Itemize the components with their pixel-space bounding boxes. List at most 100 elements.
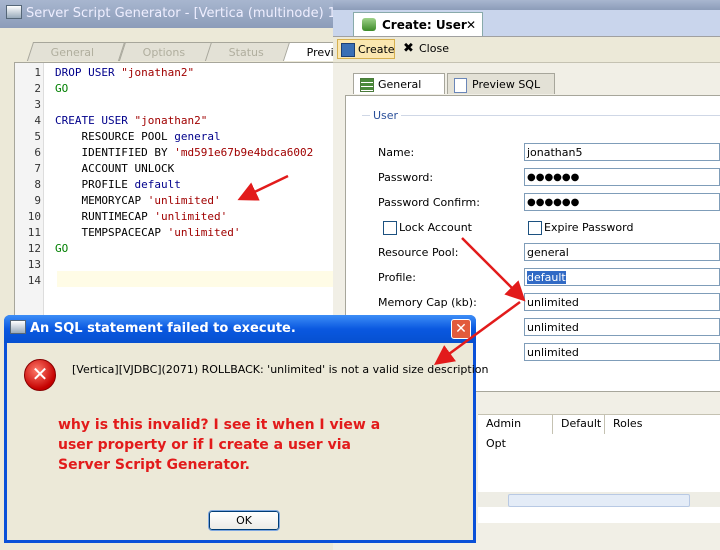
code-token: "jonathan2"	[121, 66, 195, 79]
create-button[interactable]: Create	[337, 39, 395, 59]
expire-password-checkbox[interactable]	[528, 221, 542, 235]
subtab-preview-label: Preview SQL	[472, 78, 541, 91]
create-label: Create	[358, 43, 395, 56]
tab-general[interactable]: General	[26, 42, 126, 61]
code-token: ACCOUNT UNLOCK	[55, 162, 175, 175]
error-dialog: An SQL statement failed to execute. ✕ ✕ …	[4, 315, 488, 543]
document-icon	[454, 78, 467, 93]
code-token: GO	[55, 82, 69, 95]
line-number: 3	[34, 98, 41, 111]
code-line[interactable]: 12 GO	[15, 241, 69, 257]
scrollbar-thumb[interactable]	[508, 494, 690, 507]
code-line[interactable]: 4 CREATE USER "jonathan2"	[15, 113, 207, 129]
profile-input[interactable]: default	[524, 268, 720, 286]
create-user-titlebar[interactable]	[333, 0, 720, 10]
code-line[interactable]: 6 IDENTIFIED BY 'md591e67b9e4bdca6002	[15, 145, 313, 161]
line-number: 13	[27, 258, 41, 271]
name-input[interactable]: jonathan5	[524, 143, 720, 161]
code-line[interactable]: 9 MEMORYCAP 'unlimited'	[15, 193, 221, 209]
script-generator-titlebar[interactable]: Server Script Generator - [Vertica (mult…	[0, 0, 333, 28]
code-line[interactable]: 10 RUNTIMECAP 'unlimited'	[15, 209, 227, 225]
runtime-cap-input[interactable]: unlimited	[524, 318, 720, 336]
code-line[interactable]: 13	[15, 257, 55, 273]
tab-status[interactable]: Status	[204, 42, 294, 61]
code-line[interactable]: 7 ACCOUNT UNLOCK	[15, 161, 174, 177]
error-message: [Vertica][VJDBC](2071) ROLLBACK: 'unlimi…	[72, 363, 489, 376]
tab-create-user-label: Create: User	[382, 18, 467, 32]
column-default[interactable]: Default	[553, 414, 605, 434]
line-number: 7	[34, 162, 41, 175]
group-title-user: User	[370, 109, 402, 122]
error-icon: ✕	[24, 359, 56, 391]
ok-button[interactable]: OK	[208, 510, 280, 531]
dialog-app-icon	[10, 320, 26, 334]
sql-editor[interactable]: 1 DROP USER "jonathan2" 2 GO 3 4 CREATE USER "…	[14, 62, 334, 316]
resource-pool-input[interactable]: general	[524, 243, 720, 261]
lock-account-checkbox[interactable]	[383, 221, 397, 235]
close-button[interactable]: ✖ Close	[399, 39, 449, 59]
code-token: IDENTIFIED BY	[55, 146, 175, 159]
dialog-titlebar[interactable]: An SQL statement failed to execute. ✕	[4, 315, 476, 343]
password-input[interactable]: ●●●●●●	[524, 168, 720, 186]
memory-cap-label: Memory Cap (kb):	[378, 296, 477, 309]
line-number: 10	[27, 210, 41, 223]
code-token: RESOURCE POOL	[55, 130, 175, 143]
code-token: 'unlimited'	[154, 210, 228, 223]
password-label: Password:	[378, 171, 434, 184]
code-line[interactable]: 2 GO	[15, 81, 68, 97]
close-label: Close	[419, 42, 449, 55]
code-token: TEMPSPACECAP	[55, 226, 168, 239]
editor-tab-strip: Create: User ✕	[333, 10, 720, 37]
code-token: "jonathan2"	[134, 114, 208, 127]
line-number: 8	[34, 178, 41, 191]
code-token: CREATE USER	[55, 114, 135, 127]
line-number: 11	[27, 226, 41, 239]
line-number: 14	[27, 274, 41, 287]
close-icon: ✖	[403, 41, 414, 56]
code-line[interactable]: 1 DROP USER "jonathan2"	[15, 65, 194, 81]
profile-label: Profile:	[378, 271, 416, 284]
code-token: general	[174, 130, 221, 143]
app-icon	[6, 5, 22, 19]
dialog-title: An SQL statement failed to execute.	[30, 321, 296, 336]
line-number: 2	[34, 82, 41, 95]
code-token: GO	[55, 242, 69, 255]
code-line[interactable]: 8 PROFILE default	[15, 177, 180, 193]
code-line[interactable]: 14	[15, 273, 55, 289]
password-confirm-input[interactable]: ●●●●●●	[524, 193, 720, 211]
tab-options[interactable]: Options	[118, 42, 214, 61]
subtab-preview-sql[interactable]: Preview SQL	[447, 73, 555, 94]
dialog-close-button[interactable]: ✕	[451, 319, 471, 339]
code-line[interactable]: 11 TEMPSPACECAP 'unlimited'	[15, 225, 241, 241]
grid-icon	[360, 78, 374, 92]
save-icon	[341, 43, 355, 57]
code-token: DROP USER	[55, 66, 122, 79]
code-token: MEMORYCAP	[55, 194, 148, 207]
current-line-highlight	[57, 271, 333, 287]
tab-create-user[interactable]: Create: User ✕	[353, 12, 483, 36]
line-number: 12	[27, 242, 41, 255]
column-roles[interactable]: Roles	[605, 414, 665, 434]
name-label: Name:	[378, 146, 415, 159]
line-number: 4	[34, 114, 41, 127]
expire-password-label: Expire Password	[544, 221, 634, 234]
line-number: 9	[34, 194, 41, 207]
code-line[interactable]: 3	[15, 97, 55, 113]
dialog-body: ✕ [Vertica][VJDBC](2071) ROLLBACK: 'unli…	[7, 343, 488, 540]
subtab-general[interactable]: General	[353, 73, 445, 94]
code-line[interactable]: 5 RESOURCE POOL general	[15, 129, 221, 145]
horizontal-scrollbar[interactable]	[478, 492, 720, 507]
code-token: 'unlimited'	[167, 226, 241, 239]
profile-value-selected: default	[527, 271, 566, 284]
tempspace-cap-input[interactable]: unlimited	[524, 343, 720, 361]
column-admin-opt[interactable]: Admin Opt	[478, 414, 553, 450]
subtab-general-label: General	[378, 78, 422, 91]
memory-cap-input[interactable]: unlimited	[524, 293, 720, 311]
lock-account-label: Lock Account	[399, 221, 472, 234]
tab-close-icon[interactable]: ✕	[466, 13, 476, 37]
group-divider	[362, 115, 720, 116]
resource-pool-label: Resource Pool:	[378, 246, 459, 259]
annotation-note: why is this invalid? I see it when I vie…	[58, 417, 381, 473]
code-token: 'unlimited'	[147, 194, 221, 207]
line-number: 5	[34, 130, 41, 143]
